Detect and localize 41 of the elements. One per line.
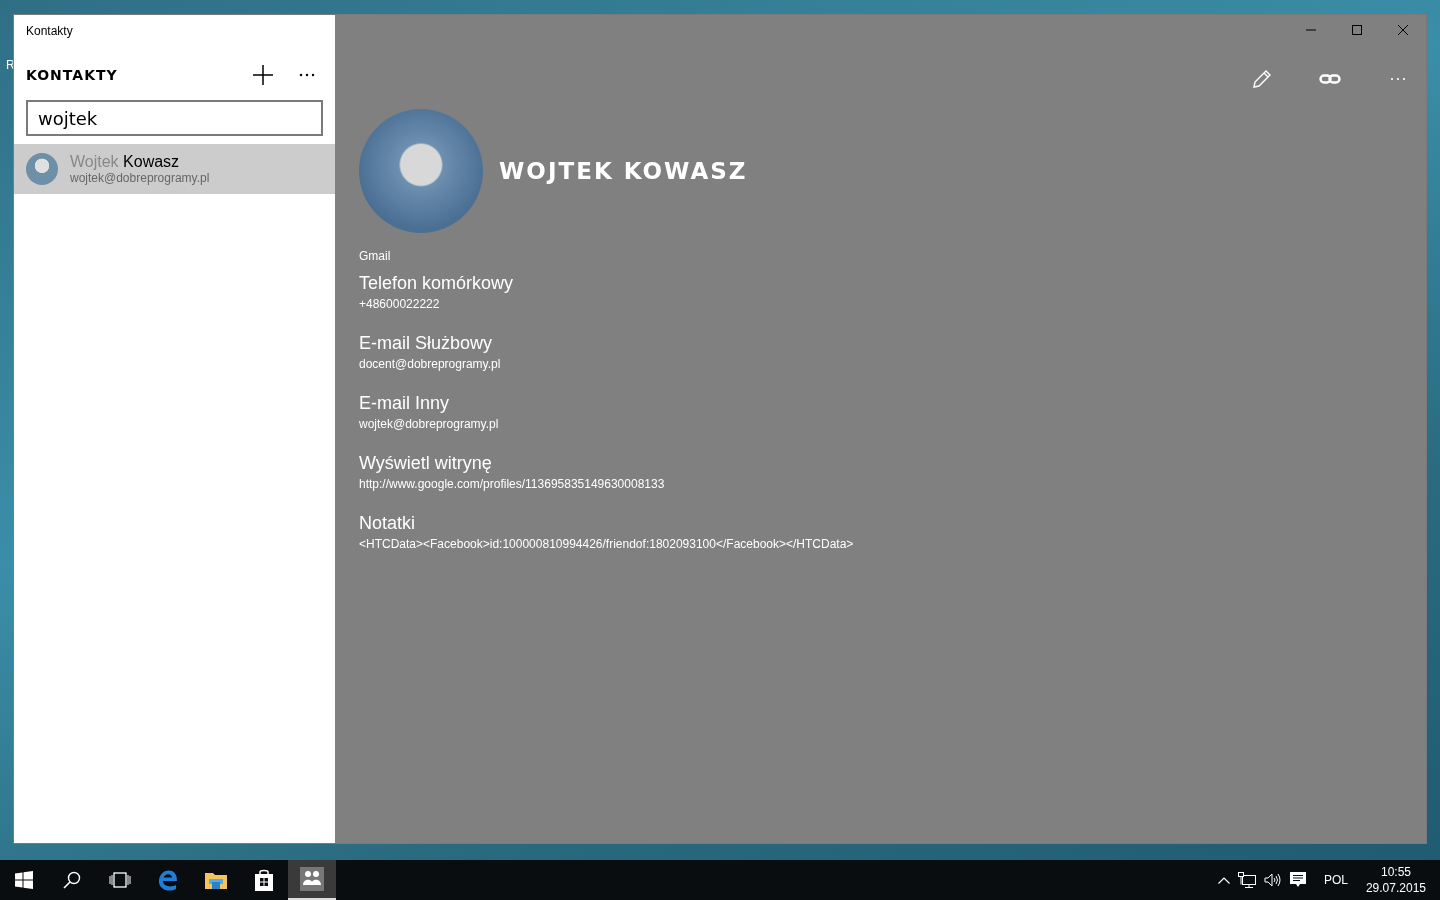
field-value: wojtek@dobreprogramy.pl xyxy=(359,417,500,431)
link-icon xyxy=(1319,74,1341,84)
account-label: Gmail xyxy=(358,248,392,263)
pencil-icon xyxy=(1252,69,1272,89)
message-icon[interactable] xyxy=(1289,872,1306,888)
people-icon xyxy=(300,867,324,891)
contact-email: wojtek@dobreprogramy.pl xyxy=(70,171,210,185)
shopping-bag-icon xyxy=(254,869,274,891)
task-view-icon xyxy=(109,872,131,888)
field-label: Notatki xyxy=(359,513,417,534)
language-indicator[interactable]: POL xyxy=(1313,873,1358,887)
field-value: docent@dobreprogramy.pl xyxy=(359,357,502,371)
field-label: Telefon komórkowy xyxy=(359,273,515,294)
contact-name-heading: WOJTEK KOWASZ xyxy=(499,158,748,184)
close-icon xyxy=(1398,25,1408,35)
taskbar-button[interactable] xyxy=(288,860,336,900)
field-value: +48600022222 xyxy=(359,297,441,311)
more-icon xyxy=(1390,77,1406,81)
field-value: http://www.google.com/profiles/113695835149630008133 xyxy=(359,477,666,491)
browser-e-icon xyxy=(157,869,179,891)
folder-icon xyxy=(205,871,227,889)
clock-date: 29.07.2015 xyxy=(1365,880,1426,896)
field-value: <HTCData><Facebook>id:100000810994426/friendof:1802093100</Facebook></HTCData> xyxy=(359,537,855,551)
plus-icon xyxy=(253,65,273,85)
field-label: E-mail Służbowy xyxy=(359,333,494,354)
maximize-icon xyxy=(1352,25,1362,35)
contact-list-item[interactable]: Wojtek Kowasz wojtek@dobreprogramy.pl xyxy=(14,144,335,194)
search-field[interactable]: wojtek xyxy=(26,100,323,136)
windows-logo-icon xyxy=(15,871,33,889)
more-icon xyxy=(299,73,315,77)
chevron-up-icon[interactable] xyxy=(1217,876,1230,884)
field-label: E-mail Inny xyxy=(359,393,451,414)
window-title: Kontakty xyxy=(25,23,74,40)
contact-name: Wojtek Kowasz xyxy=(70,153,181,171)
speaker-icon[interactable] xyxy=(1263,873,1282,887)
search-icon xyxy=(63,871,81,889)
sidebar-heading: KONTAKTY xyxy=(26,67,119,83)
network-icon[interactable] xyxy=(1237,872,1256,888)
field-label: Wyświetl witrynę xyxy=(359,453,493,474)
avatar-placeholder xyxy=(26,153,58,185)
clock-time: 10:55 xyxy=(1380,864,1411,880)
